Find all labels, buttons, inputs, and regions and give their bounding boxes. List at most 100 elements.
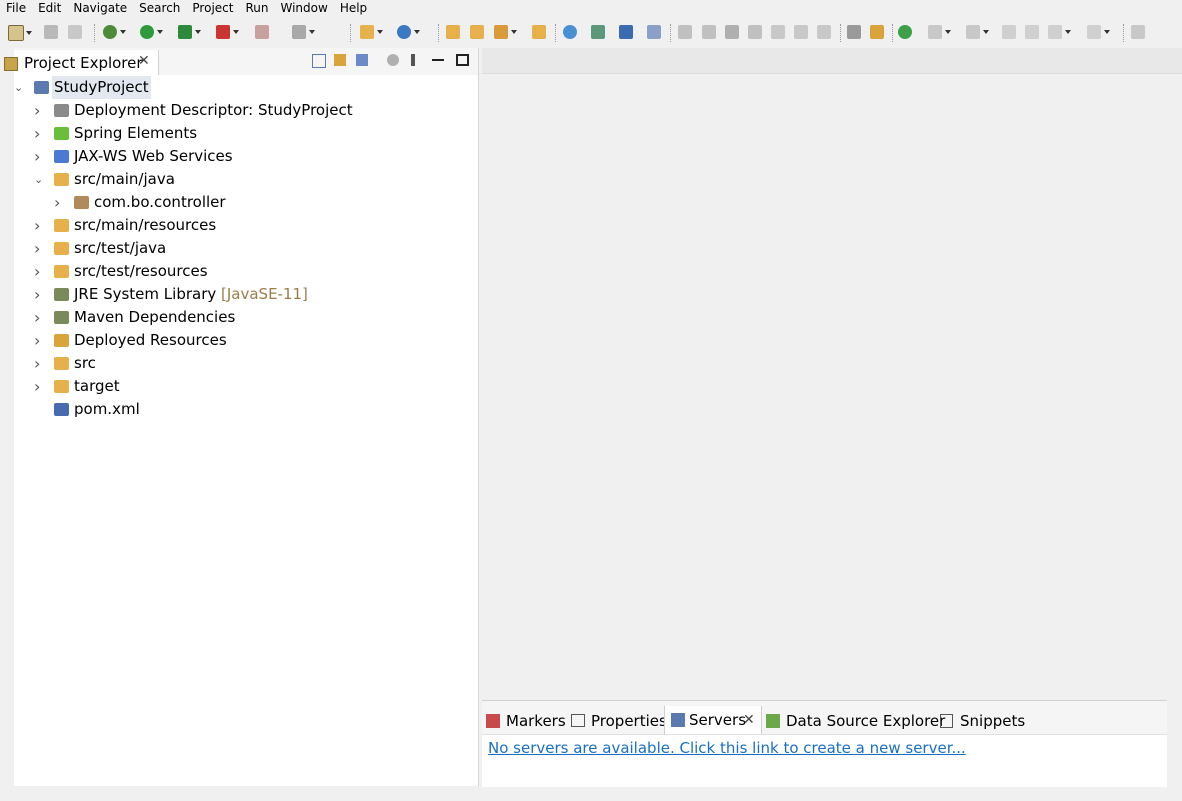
disconnect-icon[interactable] xyxy=(292,25,315,39)
menu-navigate[interactable]: Navigate xyxy=(67,0,133,16)
open-folder-icon[interactable] xyxy=(470,25,484,39)
last-edit-icon[interactable] xyxy=(1002,25,1016,39)
menu-window[interactable]: Window xyxy=(274,0,333,16)
tree-item[interactable]: › JRE System Library [JavaSE-11] xyxy=(14,283,478,306)
tab-servers[interactable]: Servers ✕ xyxy=(664,706,762,734)
new-icon[interactable] xyxy=(8,25,32,41)
chevron-right-icon[interactable]: › xyxy=(54,191,64,214)
open-task-icon[interactable] xyxy=(532,25,546,39)
tree-item-label: src xyxy=(74,354,96,372)
collapse-all-icon[interactable] xyxy=(312,54,326,68)
toolbar-separator xyxy=(94,24,96,42)
open-type-icon[interactable] xyxy=(446,25,460,39)
tree-item[interactable]: › src xyxy=(14,352,478,375)
tree-item[interactable]: › Spring Elements xyxy=(14,122,478,145)
maven-file-icon xyxy=(54,403,69,416)
chevron-right-icon[interactable]: › xyxy=(34,306,44,329)
menu-run[interactable]: Run xyxy=(239,0,274,16)
tree-item-label: pom.xml xyxy=(74,400,140,418)
save-icon[interactable] xyxy=(44,25,58,39)
chevron-right-icon[interactable]: › xyxy=(34,352,44,375)
publish-icon[interactable] xyxy=(591,25,605,39)
run-icon[interactable] xyxy=(140,25,163,39)
close-icon[interactable]: ✕ xyxy=(138,53,150,69)
chevron-right-icon[interactable]: › xyxy=(34,214,44,237)
tree-item[interactable]: › Deployment Descriptor: StudyProject xyxy=(14,99,478,122)
chevron-down-icon[interactable]: ⌄ xyxy=(34,168,44,191)
resume-icon[interactable] xyxy=(678,25,692,39)
source-folder-icon xyxy=(54,265,69,278)
tab-markers-label: Markers xyxy=(506,712,566,730)
tree-item[interactable]: pom.xml xyxy=(14,398,478,421)
maximize-icon[interactable] xyxy=(456,54,469,66)
filter-icon[interactable] xyxy=(356,54,368,66)
tree-item[interactable]: › target xyxy=(14,375,478,398)
step-over-icon[interactable] xyxy=(794,25,808,39)
search-tools-icon[interactable] xyxy=(494,25,517,39)
save-all-icon[interactable] xyxy=(68,25,82,39)
forward-edit-icon[interactable] xyxy=(1025,25,1039,39)
previous-annotation-icon[interactable] xyxy=(966,25,989,39)
menu-project[interactable]: Project xyxy=(186,0,239,16)
menu-file[interactable]: File xyxy=(0,0,32,16)
run-server-icon[interactable] xyxy=(178,25,201,39)
tree-item-label: com.bo.controller xyxy=(94,193,226,211)
terminate-icon[interactable] xyxy=(725,25,739,39)
toolbar-separator xyxy=(438,24,440,42)
link-with-editor-icon[interactable] xyxy=(334,54,346,66)
minimize-icon[interactable] xyxy=(432,59,444,61)
tree-item[interactable]: › src/test/resources xyxy=(14,260,478,283)
folder-icon xyxy=(54,357,69,370)
tree-item-label: Deployed Resources xyxy=(74,331,227,349)
debug-icon[interactable] xyxy=(103,25,126,39)
chevron-right-icon[interactable]: › xyxy=(34,329,44,352)
tree-item[interactable]: › JAX-WS Web Services xyxy=(14,145,478,168)
menu-search[interactable]: Search xyxy=(133,0,186,16)
toggle-block-icon[interactable] xyxy=(847,25,861,39)
tab-data-source-label: Data Source Explorer xyxy=(786,712,946,730)
create-server-link[interactable]: No servers are available. Click this lin… xyxy=(488,739,966,757)
disconnect-debug-icon[interactable] xyxy=(748,25,762,39)
external-tools-icon[interactable] xyxy=(216,25,239,39)
chevron-down-icon[interactable]: ⌄ xyxy=(14,76,24,99)
focus-icon[interactable] xyxy=(387,54,399,66)
step-return-icon[interactable] xyxy=(817,25,831,39)
chevron-right-icon[interactable]: › xyxy=(34,283,44,306)
view-menu-icon[interactable] xyxy=(411,54,415,66)
chevron-right-icon[interactable]: › xyxy=(34,122,44,145)
menu-edit[interactable]: Edit xyxy=(32,0,67,16)
chevron-right-icon[interactable]: › xyxy=(34,260,44,283)
back-icon[interactable] xyxy=(1048,25,1071,39)
tree-item[interactable]: › com.bo.controller xyxy=(14,191,478,214)
chevron-right-icon[interactable]: › xyxy=(34,99,44,122)
new-java-project-icon[interactable] xyxy=(360,25,383,39)
stop-icon[interactable] xyxy=(255,25,269,39)
tree-item[interactable]: › src/main/resources xyxy=(14,214,478,237)
chevron-right-icon[interactable]: › xyxy=(34,375,44,398)
tree-item[interactable]: › Deployed Resources xyxy=(14,329,478,352)
console-icon[interactable] xyxy=(619,25,633,39)
tab-project-explorer[interactable]: Project Explorer ✕ xyxy=(4,50,159,75)
browser-icon[interactable] xyxy=(563,25,577,39)
deployed-resources-icon xyxy=(54,334,69,347)
new-spring-icon[interactable] xyxy=(397,25,420,39)
tree-item[interactable]: › Maven Dependencies xyxy=(14,306,478,329)
tree-item[interactable]: ⌄ src/main/java xyxy=(14,168,478,191)
suspend-icon[interactable] xyxy=(702,25,716,39)
chevron-right-icon[interactable]: › xyxy=(34,237,44,260)
tree-item[interactable]: › src/test/java xyxy=(14,237,478,260)
step-into-icon[interactable] xyxy=(771,25,785,39)
next-annotation-icon[interactable] xyxy=(928,25,951,39)
open-perspective-icon[interactable] xyxy=(1131,25,1145,39)
forward-icon[interactable] xyxy=(1087,25,1110,39)
close-icon[interactable]: ✕ xyxy=(743,706,755,734)
main-toolbar xyxy=(0,16,1182,48)
skip-breakpoints-icon[interactable] xyxy=(647,25,661,39)
tree-item[interactable]: ⌄ StudyProject xyxy=(14,76,478,99)
menu-help[interactable]: Help xyxy=(334,0,373,16)
sync-icon[interactable] xyxy=(898,25,912,39)
toolbar-end xyxy=(1166,16,1182,48)
chevron-right-icon[interactable]: › xyxy=(34,145,44,168)
tree-item-decoration: [JavaSE-11] xyxy=(216,285,308,303)
mark-occurrences-icon[interactable] xyxy=(870,25,884,39)
